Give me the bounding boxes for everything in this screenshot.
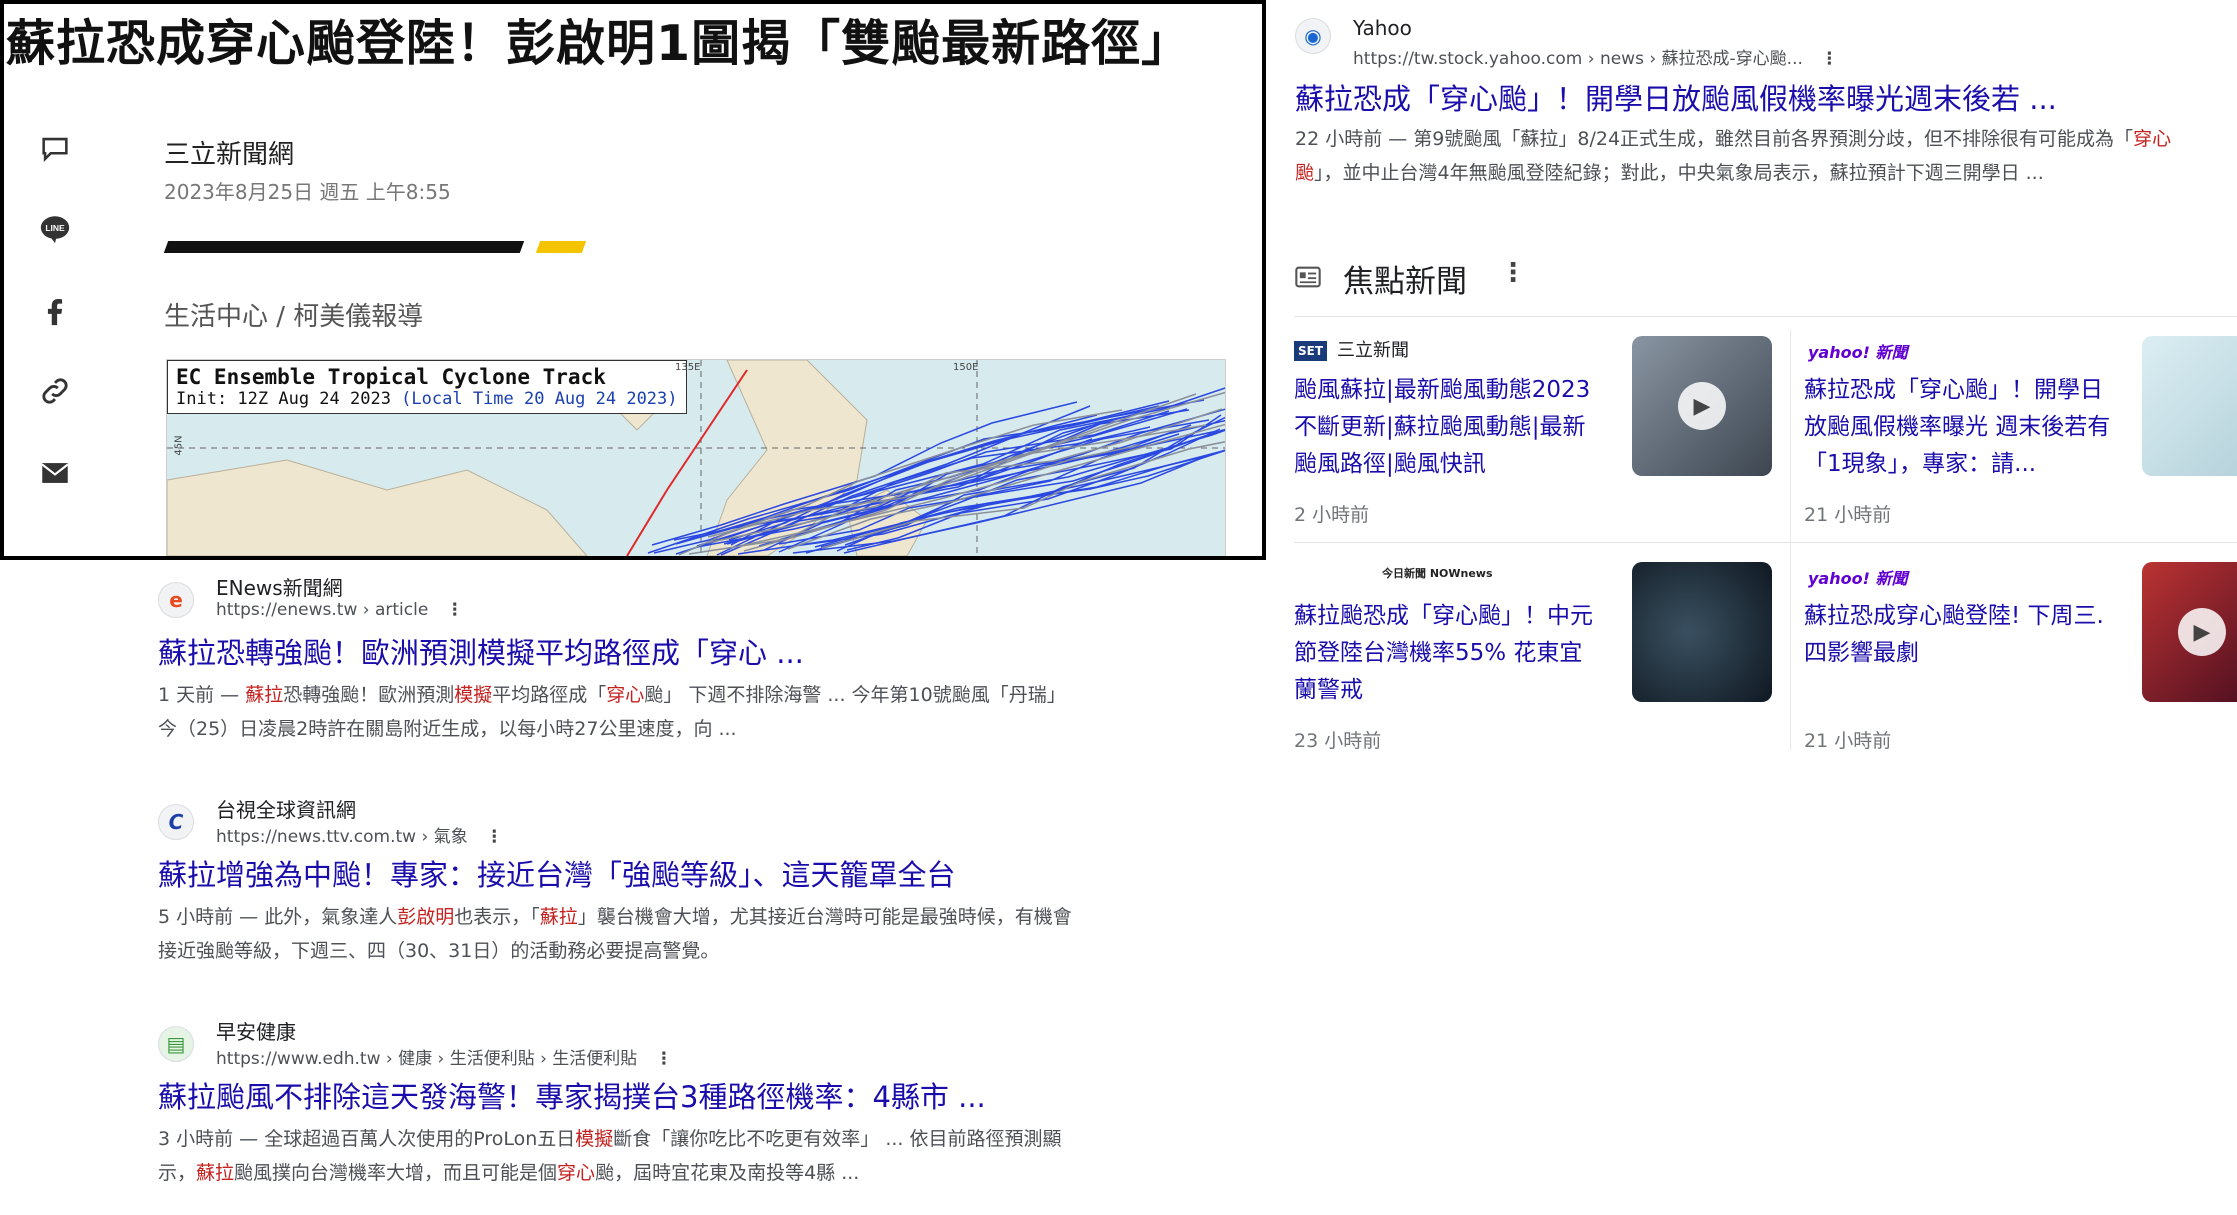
result-site-name: ENews新聞網 — [216, 576, 343, 600]
highlight-term: 穿心 — [606, 684, 645, 706]
highlight-term: 穿心 — [557, 1162, 596, 1184]
card-thumbnail[interactable]: ▶ — [1632, 336, 1772, 476]
result-url[interactable]: https://www.edh.tw › 健康 › 生活便利貼 › 生活便利貼 ⋮ — [216, 1044, 672, 1069]
card-time: 21 小時前 — [1804, 730, 1892, 752]
lat-label: 45N — [173, 435, 185, 456]
result-title[interactable]: 蘇拉恐成「穿心颱」！開學日放颱風假機率曝光週末後若 ... — [1295, 76, 2057, 118]
decor-bar-accent — [535, 241, 587, 253]
card-title[interactable]: 蘇拉恐成「穿心颱」！開學日放颱風假機率曝光 週末後若有「1現象」，專家：請... — [1804, 372, 2114, 483]
card-thumbnail[interactable] — [1632, 562, 1772, 702]
result-site-name: 台視全球資訊網 — [216, 798, 356, 822]
result-url[interactable]: https://news.ttv.com.tw › 氣象 ⋮ — [216, 822, 503, 847]
site-favicon: ◉ — [1295, 18, 1331, 54]
result-title[interactable]: 蘇拉恐轉強颱！歐洲預測模擬平均路徑成「穿心 ... — [158, 630, 804, 672]
publish-date: 2023年8月25日 週五 上午8:55 — [164, 180, 451, 204]
top-stories-heading: 焦點新聞 — [1343, 264, 1467, 300]
play-icon[interactable]: ▶ — [2178, 608, 2226, 656]
result-snippet: 1 天前 — 蘇拉恐轉強颱！歐洲預測模擬平均路徑成「穿心颱」 下週不排除海警 .… — [158, 684, 1066, 740]
result-title[interactable]: 蘇拉增強為中颱！專家：接近台灣「強颱等級」、這天籠罩全台 — [158, 852, 956, 894]
highlight-term: 模擬 — [454, 684, 493, 706]
site-favicon: e — [158, 582, 194, 618]
divider — [1294, 542, 2237, 543]
result-site-name: 早安健康 — [216, 1020, 296, 1044]
card-source: yahoo! 新聞 — [1804, 562, 1921, 592]
lon-label-135: 135E — [675, 362, 701, 373]
more-options-icon[interactable]: ⋮ — [1500, 258, 1526, 288]
map-title: EC Ensemble Tropical Cyclone Track — [176, 365, 606, 389]
highlight-term: 蘇拉 — [245, 684, 284, 706]
card-time: 2 小時前 — [1294, 504, 1370, 526]
lon-label-150: 150E — [953, 362, 979, 373]
more-options-icon[interactable]: ⋮ — [486, 827, 503, 847]
play-icon[interactable]: ▶ — [1678, 382, 1726, 430]
map-legend-label: EC Ensemble Tropical Cyclone Track Init:… — [167, 360, 687, 414]
result-snippet: 5 小時前 — 此外，氣象達人彭啟明也表示，「蘇拉」襲台機會大增，尤其接近台灣時… — [158, 906, 1072, 962]
card-source: yahoo! 新聞 — [1804, 336, 1921, 366]
result-snippet: 22 小時前 — 第9號颱風「蘇拉」8/24正式生成，雖然目前各界預測分歧，但不… — [1295, 128, 2172, 184]
svg-text:LINE: LINE — [45, 223, 65, 233]
site-favicon: ▤ — [158, 1026, 194, 1062]
result-url[interactable]: https://tw.stock.yahoo.com › news › 蘇拉恐成… — [1353, 44, 1838, 69]
cyclone-track-map: EC Ensemble Tropical Cyclone Track Init:… — [166, 359, 1226, 556]
divider — [1294, 316, 2237, 317]
more-options-icon[interactable]: ⋮ — [655, 1049, 672, 1069]
card-title[interactable]: 颱風蘇拉|最新颱風動態2023不斷更新|蘇拉颱風動態|最新颱風路徑|颱風快訊 — [1294, 372, 1604, 483]
card-title[interactable]: 蘇拉颱恐成「穿心颱」！中元節登陸台灣機率55% 花東宜蘭警戒 — [1294, 598, 1604, 709]
highlight-term: 蘇拉 — [196, 1162, 235, 1184]
comment-icon[interactable] — [38, 132, 72, 166]
more-options-icon[interactable]: ⋮ — [1821, 49, 1838, 69]
facebook-icon[interactable] — [38, 294, 72, 328]
card-source: SET 三立新聞 — [1294, 336, 1409, 362]
card-thumbnail[interactable]: ▶ — [2142, 562, 2237, 702]
source-logo: 今日新聞 NOWnews — [1382, 567, 1493, 580]
news-icon — [1294, 263, 1322, 291]
result-snippet: 3 小時前 — 全球超過百萬人次使用的ProLon五日模擬斷食「讓你吃比不吃更有… — [158, 1128, 1062, 1184]
card-time: 21 小時前 — [1804, 504, 1892, 526]
source-logo: yahoo! 新聞 — [1808, 569, 1908, 588]
decor-bar — [163, 241, 525, 253]
highlight-term: 模擬 — [575, 1128, 614, 1150]
result-site-name: Yahoo — [1353, 16, 1412, 40]
link-icon[interactable] — [38, 374, 72, 408]
byline: 生活中心 / 柯美儀報導 — [164, 302, 424, 332]
highlight-term: 彭啟明 — [397, 906, 455, 928]
result-title[interactable]: 蘇拉颱風不排除這天發海警！專家揭撲台3種路徑機率：4縣市 ... — [158, 1074, 986, 1116]
more-options-icon[interactable]: ⋮ — [446, 600, 463, 620]
result-url[interactable]: https://enews.tw › article ⋮ — [216, 600, 463, 620]
outlet-name: 三立新聞網 — [164, 140, 295, 170]
divider — [1790, 330, 1791, 750]
card-title[interactable]: 蘇拉恐成穿心颱登陸! 下周三.四影響最劇 — [1804, 598, 2114, 672]
source-logo: SET — [1294, 341, 1328, 361]
map-init: Init: 12Z Aug 24 2023 (Local Time 20 Aug… — [176, 389, 678, 409]
site-favicon: C — [158, 804, 194, 840]
article-title[interactable]: 蘇拉恐成穿心颱登陸！彭啟明1圖揭「雙颱最新路徑」 — [6, 8, 1262, 80]
card-time: 23 小時前 — [1294, 730, 1382, 752]
source-logo: yahoo! 新聞 — [1808, 343, 1908, 362]
mail-icon[interactable] — [38, 456, 72, 490]
article-preview: 蘇拉恐成穿心颱登陸！彭啟明1圖揭「雙颱最新路徑」 LINE 三立新聞網 2023… — [0, 0, 1266, 560]
card-thumbnail[interactable] — [2142, 336, 2237, 476]
line-icon[interactable]: LINE — [38, 212, 72, 246]
highlight-term: 蘇拉 — [539, 906, 578, 928]
card-source: 今日新聞 NOWnews — [1294, 562, 1507, 584]
